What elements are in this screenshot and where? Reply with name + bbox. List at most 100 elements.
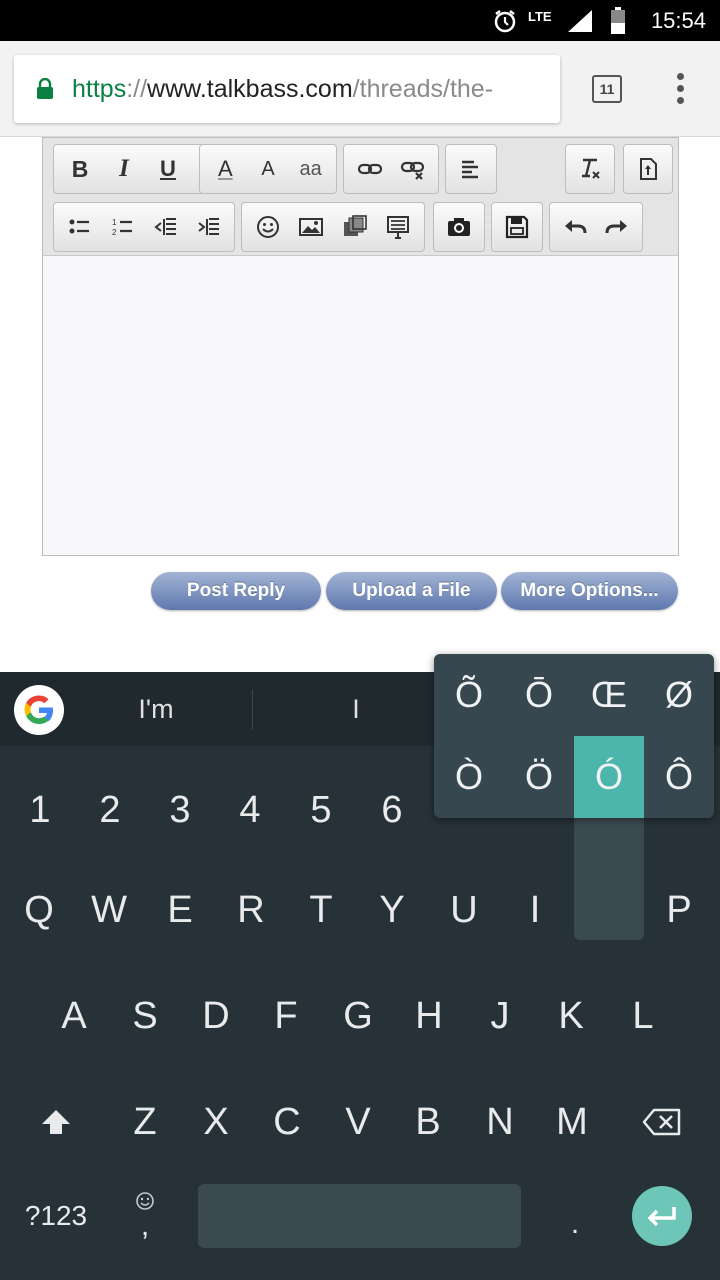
editor-toolbar: B I U A A aa 1 2 [43, 138, 678, 256]
key-f[interactable]: F [256, 986, 316, 1046]
enter-icon [647, 1207, 676, 1227]
backspace-key[interactable] [632, 1092, 692, 1152]
tab-switcher-button[interactable]: 11 [592, 75, 622, 103]
key-t[interactable]: T [291, 880, 351, 940]
key-p[interactable]: P [649, 880, 709, 940]
key-n[interactable]: N [470, 1092, 530, 1152]
smilies-button[interactable] [246, 206, 290, 248]
key-c[interactable]: C [257, 1092, 317, 1152]
key-l[interactable]: L [613, 986, 673, 1046]
symbols-key[interactable]: ?123 [10, 1188, 102, 1244]
suggestion-1[interactable]: I'm [80, 672, 232, 746]
accent-o-circumflex[interactable]: Ô [644, 736, 714, 818]
list-group: 12 [53, 202, 235, 252]
remove-format-icon [582, 158, 600, 179]
comma-label: , [140, 1209, 150, 1242]
insert-block-button[interactable] [377, 206, 421, 248]
save-draft-group [491, 202, 543, 252]
camera-group [433, 202, 485, 252]
key-a[interactable]: A [44, 986, 104, 1046]
key-k[interactable]: K [541, 986, 601, 1046]
key-q[interactable]: Q [9, 880, 69, 940]
key-x[interactable]: X [186, 1092, 246, 1152]
more-options-button[interactable]: More Options... [501, 572, 678, 610]
shift-key[interactable] [26, 1092, 86, 1152]
emoji-icon [136, 1192, 154, 1210]
key-m[interactable]: M [542, 1092, 602, 1152]
editor-content-area[interactable] [43, 257, 678, 555]
key-6[interactable]: 6 [362, 780, 422, 840]
align-left-icon [462, 160, 478, 179]
outdent-button[interactable] [144, 206, 187, 248]
key-h[interactable]: H [399, 986, 459, 1046]
image-icon [299, 218, 324, 236]
key-e[interactable]: E [150, 880, 210, 940]
outdent-icon [153, 218, 176, 235]
indent-icon [197, 218, 219, 235]
key-v[interactable]: V [328, 1092, 388, 1152]
bulleted-list-button[interactable] [58, 206, 101, 248]
suggestion-2[interactable]: I [300, 672, 412, 746]
camera-button[interactable] [438, 206, 480, 248]
switch-mode-group [623, 144, 673, 194]
upload-file-button[interactable]: Upload a File [326, 572, 497, 610]
save-draft-button[interactable] [496, 206, 538, 248]
accent-o-acute[interactable]: Ó [574, 736, 644, 818]
font-color-button[interactable]: A [204, 148, 247, 190]
google-g-icon[interactable] [14, 685, 64, 735]
indent-button[interactable] [187, 206, 230, 248]
key-w[interactable]: W [79, 880, 139, 940]
battery-icon [610, 0, 626, 41]
key-b[interactable]: B [398, 1092, 458, 1152]
accent-o-umlaut[interactable]: Ö [504, 736, 574, 818]
key-z[interactable]: Z [115, 1092, 175, 1152]
numbered-list-button[interactable]: 12 [101, 206, 144, 248]
bold-button[interactable]: B [58, 148, 102, 190]
key-r[interactable]: R [221, 880, 281, 940]
post-reply-button[interactable]: Post Reply [151, 572, 321, 610]
key-1[interactable]: 1 [10, 780, 70, 840]
status-bar: LTE 15:54 [0, 0, 720, 41]
unlink-button[interactable] [391, 148, 434, 190]
font-size-button[interactable]: A [247, 148, 290, 190]
accent-o-slash[interactable]: Ø [644, 654, 714, 736]
key-d[interactable]: D [186, 986, 246, 1046]
url-host: www.talkbass.com [147, 74, 353, 103]
accent-o-grave[interactable]: Ò [434, 736, 504, 818]
underline-button[interactable]: U [146, 148, 190, 190]
bulleted-list-icon [69, 219, 89, 234]
key-u[interactable]: U [434, 880, 494, 940]
key-y[interactable]: Y [362, 880, 422, 940]
browser-menu-button[interactable] [672, 71, 688, 107]
remove-format-button[interactable] [570, 148, 610, 190]
svg-text:2: 2 [112, 228, 117, 237]
key-3[interactable]: 3 [150, 780, 210, 840]
align-button[interactable] [450, 148, 492, 190]
undo-button[interactable] [554, 206, 596, 248]
key-s[interactable]: S [115, 986, 175, 1046]
accent-o-tilde[interactable]: Õ [434, 654, 504, 736]
key-g[interactable]: G [328, 986, 388, 1046]
key-4[interactable]: 4 [220, 780, 280, 840]
italic-button[interactable]: I [102, 148, 146, 190]
insert-block-icon [387, 216, 410, 239]
key-i[interactable]: I [505, 880, 565, 940]
insert-media-button[interactable] [333, 206, 377, 248]
alarm-icon [492, 0, 518, 41]
address-bar[interactable]: https://www.talkbass.com/threads/the- [14, 55, 560, 123]
redo-button[interactable] [596, 206, 638, 248]
switch-mode-button[interactable] [628, 148, 668, 190]
key-j[interactable]: J [470, 986, 530, 1046]
link-button[interactable] [348, 148, 391, 190]
accent-o-macron[interactable]: Ō [504, 654, 574, 736]
space-key[interactable] [198, 1184, 521, 1248]
key-2[interactable]: 2 [80, 780, 140, 840]
insert-image-button[interactable] [290, 206, 334, 248]
comma-emoji-key[interactable]: , [120, 1180, 170, 1252]
enter-key[interactable] [632, 1186, 692, 1246]
accent-oe-ligature[interactable]: Œ [574, 654, 644, 736]
period-key[interactable]: . [550, 1196, 600, 1252]
key-5[interactable]: 5 [291, 780, 351, 840]
pressed-key-o[interactable] [574, 818, 644, 940]
text-case-button[interactable]: aa [289, 148, 332, 190]
